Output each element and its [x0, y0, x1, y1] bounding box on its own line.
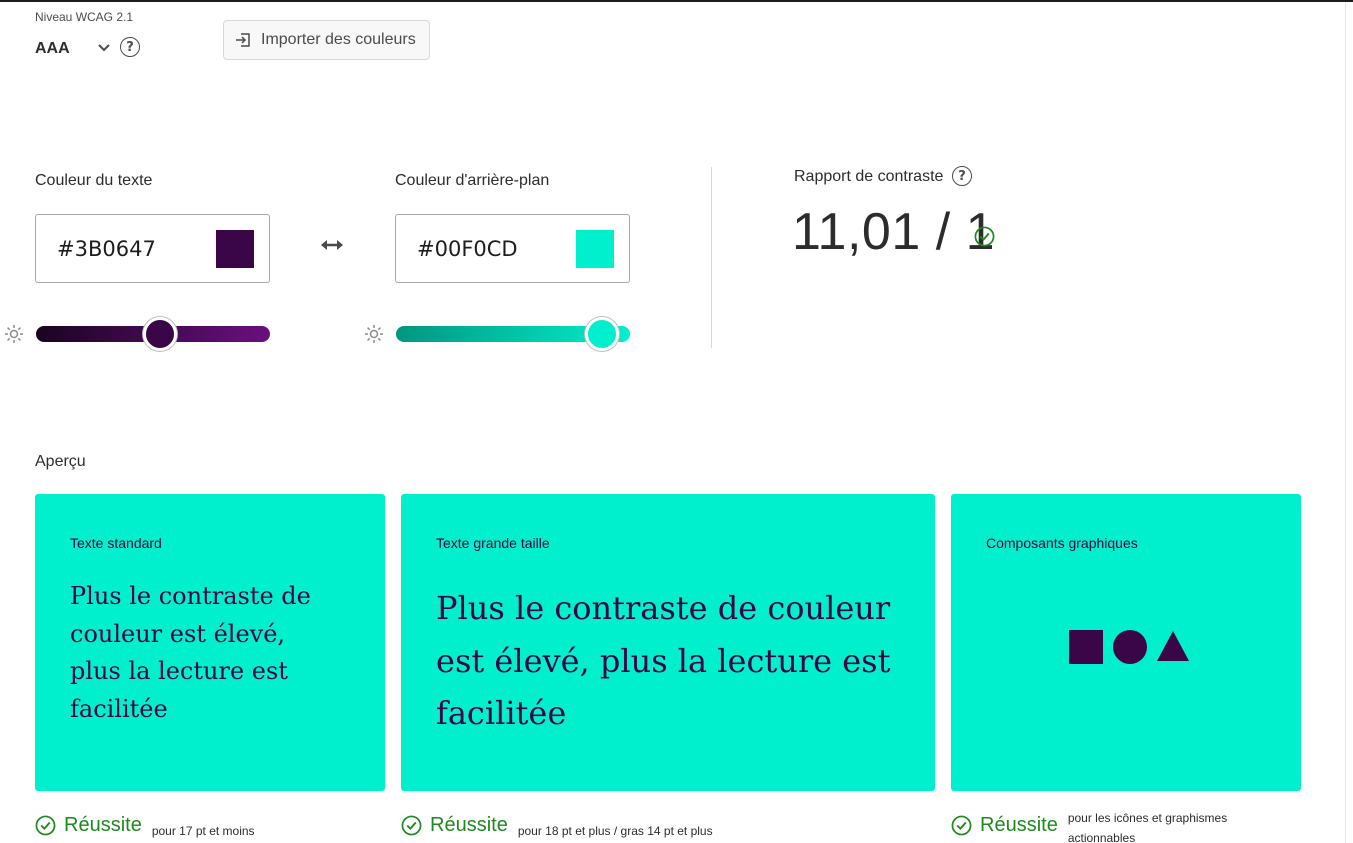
chevron-down-icon — [98, 44, 110, 52]
result-status: Réussite — [430, 814, 508, 836]
preview-card-large: Texte grande taille Plus le contraste de… — [401, 494, 935, 791]
preview-card-graphics: Composants graphiques — [951, 494, 1301, 791]
preview-label: Aperçu — [35, 453, 86, 470]
wcag-level-label: Niveau WCAG 2.1 — [35, 10, 134, 24]
wcag-help-icon[interactable]: ? — [120, 37, 140, 57]
text-color-swatch[interactable] — [216, 230, 254, 268]
text-brightness-handle[interactable] — [143, 317, 178, 351]
bg-brightness-handle[interactable] — [584, 317, 619, 351]
card-title: Texte standard — [70, 535, 162, 551]
import-colors-label: Importer des couleurs — [261, 31, 416, 48]
check-circle-icon — [951, 815, 972, 836]
square-icon — [1069, 630, 1103, 664]
result-status: Réussite — [64, 814, 142, 836]
import-colors-button[interactable]: Importer des couleurs — [223, 20, 430, 60]
result-note: pour 17 pt et moins — [151, 824, 255, 838]
bg-color-input[interactable]: #00F0CD — [395, 214, 630, 283]
check-circle-icon — [974, 226, 995, 247]
contrast-ratio-label: Rapport de contraste — [794, 168, 944, 185]
sun-icon — [365, 325, 383, 343]
text-color-label: Couleur du texte — [35, 172, 153, 189]
swap-colors-icon[interactable] — [320, 235, 344, 255]
result-note: pour 18 pt et plus / gras 14 pt et plus — [517, 824, 713, 838]
triangle-icon — [1157, 631, 1189, 661]
bg-color-hex: #00F0CD — [417, 237, 518, 261]
card-sample-text: Plus le contraste de couleur est élevé, … — [436, 589, 891, 732]
circle-icon — [1113, 630, 1147, 664]
bg-color-swatch[interactable] — [576, 230, 614, 268]
top-border — [0, 0, 1353, 2]
contrast-ratio-value: 11,01 / 1 — [792, 203, 996, 261]
bg-color-label: Couleur d'arrière-plan — [395, 172, 550, 189]
card-sample-text: Plus le contraste de couleur est élevé, … — [70, 582, 311, 723]
result-standard: Réussite pour 17 pt et moins — [35, 812, 255, 841]
text-color-hex: #3B0647 — [57, 237, 156, 261]
contrast-help-icon[interactable]: ? — [952, 166, 972, 186]
preview-card-standard: Texte standard Plus le contraste de coul… — [35, 494, 385, 791]
result-status: Réussite — [980, 814, 1058, 836]
import-icon — [236, 33, 250, 47]
check-circle-icon — [35, 815, 56, 836]
card-title: Composants graphiques — [986, 535, 1138, 551]
sun-icon — [5, 325, 23, 343]
card-title: Texte grande taille — [436, 535, 550, 551]
wcag-level-value: AAA — [35, 40, 70, 57]
vertical-divider — [711, 167, 712, 348]
check-circle-icon — [401, 815, 422, 836]
result-note: pour les icônes et graphismes actionnabl… — [1067, 811, 1228, 843]
scrollbar[interactable] — [1345, 2, 1353, 843]
result-graphics: Réussite pour les icônes et graphismes a… — [951, 811, 1248, 843]
result-large: Réussite pour 18 pt et plus / gras 14 pt… — [401, 812, 713, 841]
text-color-input[interactable]: #3B0647 — [35, 214, 270, 283]
